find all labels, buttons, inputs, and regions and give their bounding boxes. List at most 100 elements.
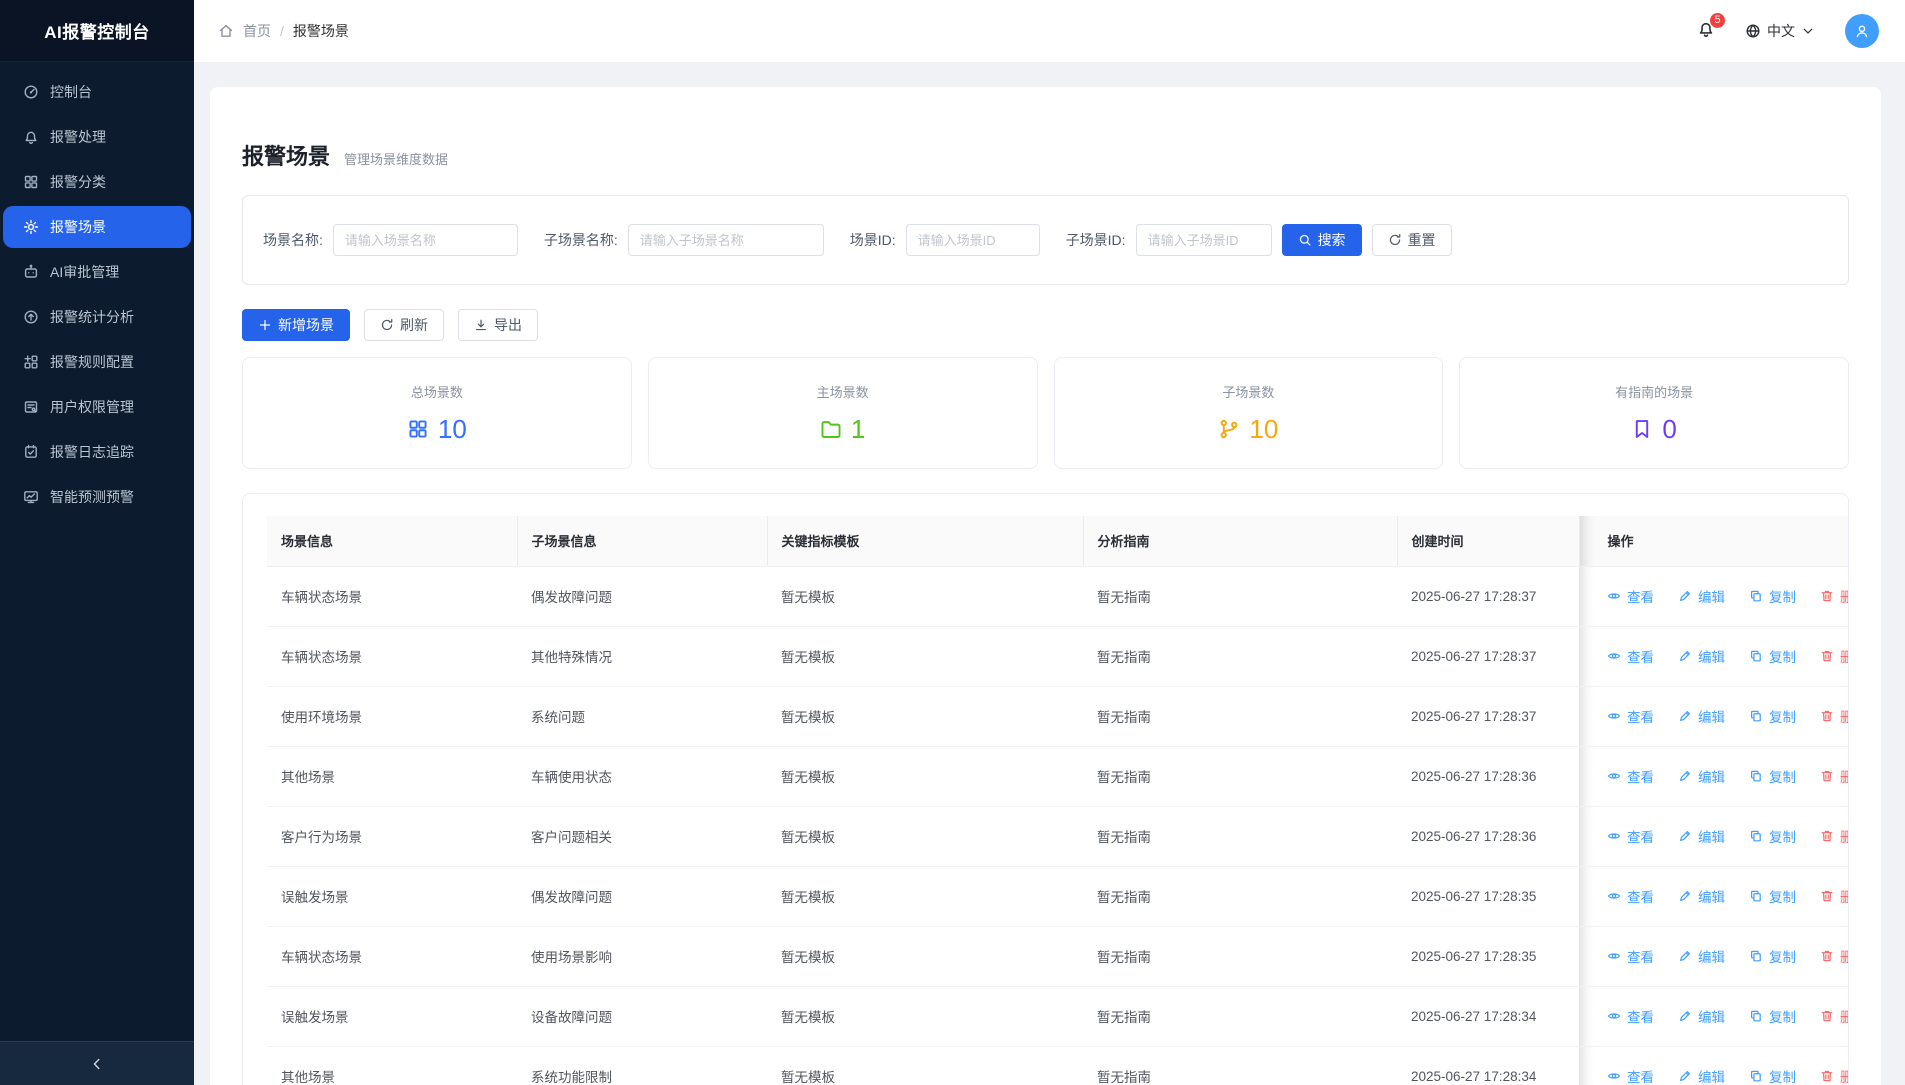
page-title: 报警场景: [242, 141, 330, 173]
filter-input[interactable]: [1136, 224, 1272, 256]
sidebar-item[interactable]: 报警统计分析: [3, 296, 191, 338]
copy-button[interactable]: 复制: [1749, 766, 1796, 786]
sidebar-item[interactable]: 用户权限管理: [3, 386, 191, 428]
edit-button[interactable]: 编辑: [1678, 886, 1725, 906]
stat-label: 主场景数: [817, 382, 869, 401]
edit-button[interactable]: 编辑: [1678, 586, 1725, 606]
scene-cell: 车辆状态场景: [267, 566, 517, 626]
view-button[interactable]: 查看: [1607, 1066, 1654, 1085]
copy-button[interactable]: 复制: [1749, 946, 1796, 966]
view-button[interactable]: 查看: [1607, 646, 1654, 666]
refresh-button[interactable]: 刷新: [364, 309, 444, 341]
edit-button[interactable]: 编辑: [1678, 646, 1725, 666]
export-button[interactable]: 导出: [458, 309, 538, 341]
sidebar-item[interactable]: 控制台: [3, 71, 191, 113]
breadcrumb-home[interactable]: 首页: [243, 21, 271, 41]
edit-button[interactable]: 编辑: [1678, 826, 1725, 846]
filter-field: 场景ID:: [850, 224, 1040, 256]
view-button[interactable]: 查看: [1607, 1006, 1654, 1026]
sub-scene-cell: 系统功能限制: [517, 1046, 767, 1085]
edit-button[interactable]: 编辑: [1678, 1006, 1725, 1026]
refresh-icon: [380, 318, 394, 332]
view-button[interactable]: 查看: [1607, 886, 1654, 906]
actions-cell: 查看 编辑 复制 删除: [1579, 806, 1849, 866]
copy-button[interactable]: 复制: [1749, 886, 1796, 906]
copy-button[interactable]: 复制: [1749, 1006, 1796, 1026]
trash-icon: [1820, 829, 1834, 843]
filter-input[interactable]: [628, 224, 824, 256]
pencil-icon: [1678, 949, 1692, 963]
folder-icon: [820, 418, 842, 440]
delete-button[interactable]: 删除: [1820, 646, 1849, 666]
refresh-icon: [1388, 233, 1402, 247]
copy-button[interactable]: 复制: [1749, 1066, 1796, 1085]
app-logo: AI报警控制台: [0, 0, 194, 62]
user-avatar[interactable]: [1845, 14, 1879, 48]
add-scene-button[interactable]: 新增场景: [242, 309, 350, 341]
pencil-icon: [1678, 1069, 1692, 1083]
trash-icon: [1820, 1009, 1834, 1023]
delete-button[interactable]: 删除: [1820, 1066, 1849, 1085]
sidebar-item[interactable]: 报警规则配置: [3, 341, 191, 383]
template-cell: 暂无模板: [767, 566, 1083, 626]
edit-button[interactable]: 编辑: [1678, 766, 1725, 786]
edit-button[interactable]: 编辑: [1678, 1066, 1725, 1085]
template-cell: 暂无模板: [767, 986, 1083, 1046]
copy-icon: [1749, 589, 1763, 603]
delete-button[interactable]: 删除: [1820, 766, 1849, 786]
stat-label: 总场景数: [411, 382, 463, 401]
copy-button-label: 复制: [1769, 766, 1796, 786]
plus-icon: [258, 318, 272, 332]
copy-button-label: 复制: [1769, 586, 1796, 606]
filter-input[interactable]: [906, 224, 1040, 256]
stat-value: 10: [1249, 414, 1278, 445]
view-button-label: 查看: [1627, 946, 1654, 966]
delete-button[interactable]: 删除: [1820, 886, 1849, 906]
sidebar-item-label: 报警处理: [50, 127, 106, 147]
view-button[interactable]: 查看: [1607, 766, 1654, 786]
sidebar-item[interactable]: 报警场景: [3, 206, 191, 248]
search-button[interactable]: 搜索: [1282, 224, 1362, 256]
delete-button[interactable]: 删除: [1820, 1006, 1849, 1026]
delete-button-label: 删除: [1840, 706, 1849, 726]
sidebar-item[interactable]: AI审批管理: [3, 251, 191, 293]
scene-cell: 误触发场景: [267, 986, 517, 1046]
bell-icon: [23, 129, 39, 145]
view-button[interactable]: 查看: [1607, 826, 1654, 846]
copy-button[interactable]: 复制: [1749, 706, 1796, 726]
user-doc-icon: [23, 399, 39, 415]
delete-button[interactable]: 删除: [1820, 946, 1849, 966]
sidebar-item[interactable]: 报警处理: [3, 116, 191, 158]
copy-button[interactable]: 复制: [1749, 586, 1796, 606]
reset-button[interactable]: 重置: [1372, 224, 1452, 256]
sidebar-collapse-button[interactable]: [0, 1041, 194, 1085]
language-switcher[interactable]: 中文: [1745, 21, 1815, 41]
copy-button[interactable]: 复制: [1749, 826, 1796, 846]
edit-button-label: 编辑: [1698, 886, 1725, 906]
view-button[interactable]: 查看: [1607, 706, 1654, 726]
filter-input[interactable]: [333, 224, 518, 256]
delete-button[interactable]: 删除: [1820, 706, 1849, 726]
breadcrumb-current: 报警场景: [293, 21, 349, 41]
delete-button[interactable]: 删除: [1820, 826, 1849, 846]
column-header: 子场景信息: [517, 516, 767, 566]
sidebar-item[interactable]: 智能预测预警: [3, 476, 191, 518]
view-button[interactable]: 查看: [1607, 946, 1654, 966]
edit-button[interactable]: 编辑: [1678, 706, 1725, 726]
guide-cell: 暂无指南: [1083, 626, 1397, 686]
copy-button[interactable]: 复制: [1749, 646, 1796, 666]
sidebar-item[interactable]: 报警分类: [3, 161, 191, 203]
sidebar-item[interactable]: 报警日志追踪: [3, 431, 191, 473]
notification-button[interactable]: 5: [1697, 20, 1715, 43]
guide-cell: 暂无指南: [1083, 926, 1397, 986]
delete-button[interactable]: 删除: [1820, 586, 1849, 606]
breadcrumb: 首页 / 报警场景: [218, 21, 349, 41]
scene-cell: 客户行为场景: [267, 806, 517, 866]
page-card: 报警场景 管理场景维度数据 场景名称:子场景名称:场景ID:子场景ID: 搜索 …: [210, 87, 1881, 1085]
edit-button[interactable]: 编辑: [1678, 946, 1725, 966]
scene-cell: 其他场景: [267, 746, 517, 806]
eye-icon: [1607, 829, 1621, 843]
topbar-right: 5 中文: [1697, 14, 1879, 48]
filter-field: 子场景名称:: [544, 224, 824, 256]
view-button[interactable]: 查看: [1607, 586, 1654, 606]
